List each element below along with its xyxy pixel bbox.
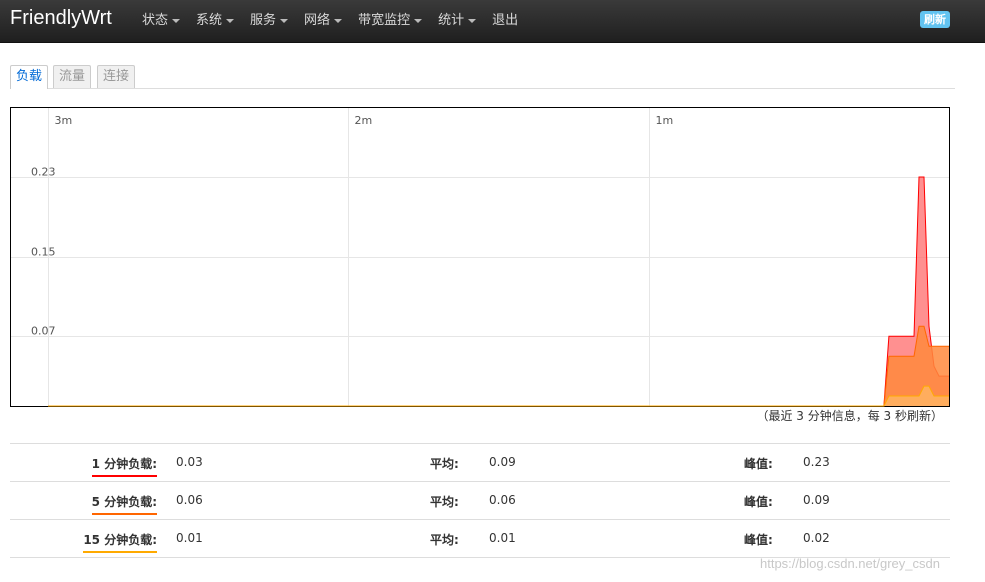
stat-peak-5min: 0.09 xyxy=(803,493,830,507)
stat-current-1min: 0.03 xyxy=(176,455,203,469)
x-tick-label: 3m xyxy=(55,114,73,127)
tab-connections[interactable]: 连接 xyxy=(97,65,136,88)
stat-row-1min: 1 分钟负载: 0.03 平均: 0.09 峰值: 0.23 xyxy=(10,443,950,481)
menu-item-services[interactable]: 服务 xyxy=(250,0,289,42)
refresh-button[interactable]: 刷新 xyxy=(920,11,950,28)
menu-label: 服务 xyxy=(250,13,277,28)
stat-row-15min: 15 分钟负载: 0.01 平均: 0.01 峰值: 0.02 xyxy=(10,519,950,558)
brand-logo[interactable]: FriendlyWrt xyxy=(10,7,112,30)
stat-peak-label: 峰值: xyxy=(744,533,773,547)
main-menu: 状态 系统 服务 网络 带宽监控 统计 退出 xyxy=(142,0,534,42)
stat-label-1min: 1 分钟负载: xyxy=(91,455,157,477)
caret-down-icon xyxy=(468,18,477,23)
menu-item-system[interactable]: 系统 xyxy=(196,0,235,42)
top-navbar: FriendlyWrt 状态 系统 服务 网络 带宽监控 统计 退出 刷新 xyxy=(0,0,985,43)
stat-peak-label: 峰值: xyxy=(744,457,773,471)
menu-label: 网络 xyxy=(304,13,331,28)
menu-label: 状态 xyxy=(142,13,169,28)
load-chart: 3m 2m 1m 0.23 0.15 0.07 xyxy=(10,107,950,407)
menu-item-status[interactable]: 状态 xyxy=(142,0,181,42)
stat-avg-5min: 0.06 xyxy=(489,493,516,507)
x-tick-label: 1m xyxy=(656,114,674,127)
stat-peak-1min: 0.23 xyxy=(803,455,830,469)
y-tick-label: 0.15 xyxy=(31,246,56,259)
stat-avg-15min: 0.01 xyxy=(489,531,516,545)
stat-avg-label: 平均: xyxy=(430,533,459,547)
y-tick-label: 0.23 xyxy=(31,166,56,179)
menu-label: 统计 xyxy=(438,13,465,28)
load-stats-table: 1 分钟负载: 0.03 平均: 0.09 峰值: 0.23 5 分钟负载: 0… xyxy=(10,443,950,558)
chart-note: （最近 3 分钟信息，每 3 秒刷新） xyxy=(756,409,943,423)
x-tick-label: 2m xyxy=(355,114,373,127)
tab-load[interactable]: 负载 xyxy=(10,65,49,89)
stat-current-5min: 0.06 xyxy=(176,493,203,507)
stat-peak-15min: 0.02 xyxy=(803,531,830,545)
load-chart-svg: 3m 2m 1m 0.23 0.15 0.07 xyxy=(10,107,950,407)
menu-label: 系统 xyxy=(196,13,223,28)
tab-traffic[interactable]: 流量 xyxy=(53,65,92,88)
tab-bar: 负载 流量 连接 xyxy=(10,65,955,89)
stat-avg-label: 平均: xyxy=(430,457,459,471)
stat-label-15min: 15 分钟负载: xyxy=(83,531,157,553)
menu-item-bandwidth[interactable]: 带宽监控 xyxy=(358,0,423,42)
stat-current-15min: 0.01 xyxy=(176,531,203,545)
caret-down-icon xyxy=(280,18,289,23)
watermark: https://blog.csdn.net/grey_csdn xyxy=(760,556,940,571)
menu-item-network[interactable]: 网络 xyxy=(304,0,343,42)
stat-row-5min: 5 分钟负载: 0.06 平均: 0.06 峰值: 0.09 xyxy=(10,481,950,519)
stat-peak-label: 峰值: xyxy=(744,495,773,509)
y-tick-label: 0.07 xyxy=(31,325,56,338)
caret-down-icon xyxy=(226,18,235,23)
caret-down-icon xyxy=(414,18,423,23)
menu-label: 退出 xyxy=(492,13,519,28)
caret-down-icon xyxy=(334,18,343,23)
caret-down-icon xyxy=(172,18,181,23)
stat-avg-1min: 0.09 xyxy=(489,455,516,469)
menu-item-logout[interactable]: 退出 xyxy=(492,0,518,42)
stat-label-5min: 5 分钟负载: xyxy=(91,493,157,515)
menu-label: 带宽监控 xyxy=(358,13,411,28)
menu-item-statistics[interactable]: 统计 xyxy=(438,0,477,42)
stat-avg-label: 平均: xyxy=(430,495,459,509)
